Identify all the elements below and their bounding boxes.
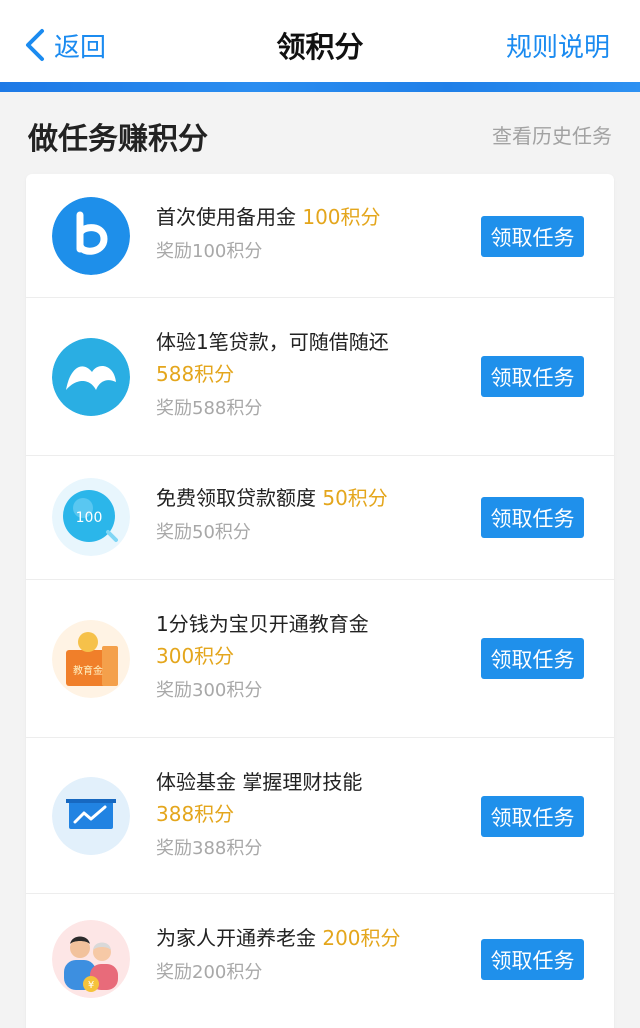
- task-text: 体验1笔贷款，可随借随还 588积分 奖励588积分: [156, 326, 466, 422]
- credit-amount-text: 100: [76, 510, 103, 526]
- task-points: 100积分: [302, 205, 381, 229]
- task-item: 首次使用备用金 100积分 奖励100积分 领取任务: [26, 174, 614, 298]
- task-section: 做任务赚积分 查看历史任务 首次使用备用金 100积分 奖励100积分 领取任务: [0, 92, 640, 1028]
- task-title: 免费领取贷款额度 50积分: [156, 482, 466, 514]
- cloud-loan-icon: [52, 338, 130, 416]
- task-item: 100 免费领取贷款额度 50积分 奖励50积分 领取任务: [26, 456, 614, 580]
- task-title: 体验1笔贷款，可随借随还: [156, 330, 389, 354]
- task-points: 588积分: [156, 362, 235, 386]
- claim-task-button[interactable]: 领取任务: [481, 638, 584, 679]
- claim-task-button[interactable]: 领取任务: [481, 216, 584, 257]
- task-points: 388积分: [156, 802, 235, 826]
- task-points: 300积分: [156, 644, 235, 668]
- history-tasks-link[interactable]: 查看历史任务: [492, 120, 612, 149]
- task-title: 体验基金 掌握理财技能: [156, 770, 363, 794]
- task-text: 体验基金 掌握理财技能 388积分 奖励388积分: [156, 766, 466, 862]
- task-reward: 奖励388积分: [156, 838, 263, 859]
- task-reward: 奖励100积分: [156, 241, 263, 262]
- header-banner-strip: [0, 82, 640, 92]
- task-reward: 奖励300积分: [156, 680, 263, 701]
- task-item: 教育金 1分钱为宝贝开通教育金 300积分 奖励300积分 领取任务: [26, 580, 614, 738]
- task-points: 200积分: [322, 926, 401, 950]
- education-fund-icon: 教育金: [52, 620, 130, 698]
- task-text: 为家人开通养老金 200积分 奖励200积分: [156, 922, 466, 986]
- task-title: 首次使用备用金 100积分: [156, 201, 466, 233]
- education-fund-label: 教育金: [73, 664, 103, 677]
- credit-bubble-icon: 100: [52, 478, 130, 556]
- task-list: 首次使用备用金 100积分 奖励100积分 领取任务 体验1笔贷款，可随借随还 …: [26, 174, 614, 1028]
- claim-task-button[interactable]: 领取任务: [481, 939, 584, 980]
- task-item: ¥ 为家人开通养老金 200积分 奖励200积分 领取任务: [26, 894, 614, 1028]
- task-title-text: 为家人开通养老金: [156, 926, 316, 950]
- letter-b-icon: [52, 197, 130, 275]
- task-title-text: 首次使用备用金: [156, 205, 296, 229]
- task-title-text: 免费领取贷款额度: [156, 486, 316, 510]
- section-title: 做任务赚积分: [28, 122, 208, 157]
- task-points: 50积分: [322, 486, 388, 510]
- task-reward: 奖励588积分: [156, 398, 263, 419]
- top-nav-bar: 返回 领积分 规则说明: [0, 0, 640, 82]
- trend-chart-icon: [52, 777, 130, 855]
- task-item: 体验1笔贷款，可随借随还 588积分 奖励588积分 领取任务: [26, 298, 614, 456]
- task-text: 1分钱为宝贝开通教育金 300积分 奖励300积分: [156, 608, 466, 704]
- rules-link[interactable]: 规则说明: [506, 27, 610, 64]
- task-text: 免费领取贷款额度 50积分 奖励50积分: [156, 482, 466, 546]
- task-title: 为家人开通养老金 200积分: [156, 922, 466, 954]
- task-item: 体验基金 掌握理财技能 388积分 奖励388积分 领取任务: [26, 738, 614, 894]
- task-reward: 奖励50积分: [156, 522, 251, 543]
- task-text: 首次使用备用金 100积分 奖励100积分: [156, 201, 466, 265]
- claim-task-button[interactable]: 领取任务: [481, 796, 584, 837]
- family-avatar-icon: ¥: [52, 920, 130, 998]
- task-title: 1分钱为宝贝开通教育金: [156, 612, 369, 636]
- claim-task-button[interactable]: 领取任务: [481, 356, 584, 397]
- task-reward: 奖励200积分: [156, 962, 263, 983]
- yuan-coin-text: ¥: [88, 980, 94, 991]
- claim-task-button[interactable]: 领取任务: [481, 497, 584, 538]
